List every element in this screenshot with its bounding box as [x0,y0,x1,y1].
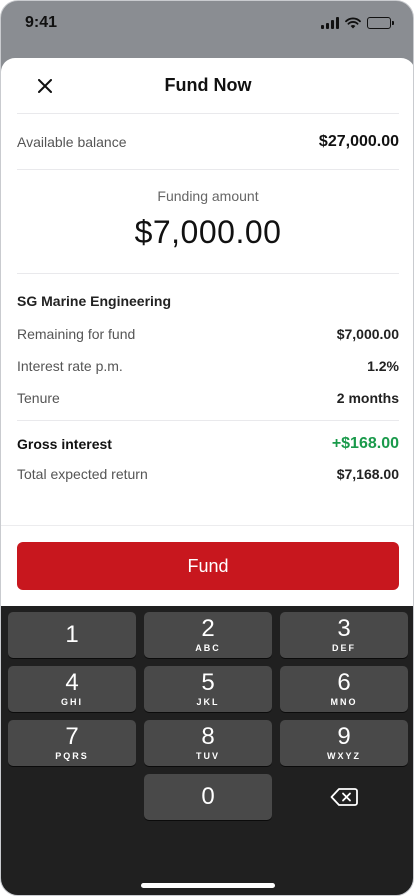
detail-row-remaining: Remaining for fund $7,000.00 [17,318,399,350]
key-letters: GHI [60,697,83,707]
backspace-key[interactable] [280,774,408,820]
backspace-icon [330,788,358,806]
key-letters: PQRS [55,751,89,761]
page-title: Fund Now [164,75,252,95]
funding-amount-label: Funding amount [157,188,259,204]
funding-amount-value[interactable]: $7,000.00 [17,214,399,251]
available-balance-value: $27,000.00 [318,132,399,150]
numeric-keypad: 1 2 ABC 3 DEF 4 GHI 5 JKL 6 MNO 7 PQRS 8… [1,606,413,895]
total-return-label: Total expected return [17,466,148,482]
key-letters: JKL [196,697,220,707]
key-letters: DEF [332,643,356,653]
key-0[interactable]: 0 [144,774,272,820]
funding-amount-block[interactable]: Funding amount $7,000.00 [17,170,399,274]
fund-button[interactable]: Fund [17,542,399,590]
detail-label: Tenure [17,390,60,406]
company-name: SG Marine Engineering [17,293,172,309]
key-4[interactable]: 4 GHI [8,666,136,712]
key-digit: 6 [337,669,351,696]
key-8[interactable]: 8 TUV [144,720,272,766]
detail-label: Remaining for fund [17,326,136,342]
fund-now-sheet: Fund Now Available balance $27,000.00 Fu… [1,58,413,606]
key-digit: 4 [65,669,79,696]
action-bar: Fund [1,525,413,606]
key-digit: 2 [201,615,215,642]
status-icons [321,17,394,29]
key-5[interactable]: 5 JKL [144,666,272,712]
key-digit: 3 [337,615,351,642]
detail-label: Interest rate p.m. [17,358,123,374]
status-bar: 9:41 [1,1,413,45]
key-digit: 1 [65,621,79,648]
key-digit: 0 [201,783,215,810]
key-2[interactable]: 2 ABC [144,612,272,658]
phone-frame: 9:41 Fund Now Available balance $27,000.… [0,0,414,896]
gross-interest-value: +$168.00 [331,435,399,452]
gross-interest-label: Gross interest [17,436,112,452]
detail-value: 2 months [336,390,399,406]
available-balance-row: Available balance $27,000.00 [17,114,399,170]
battery-icon [367,17,394,29]
available-balance-label: Available balance [17,133,127,150]
key-digit: 8 [201,723,215,750]
total-return-value: $7,168.00 [336,466,399,482]
return-summary: Gross interest +$168.00 Total expected r… [17,421,399,489]
key-letters: WXYZ [327,751,361,761]
key-digit: 9 [337,723,351,750]
loan-details: SG Marine Engineering Remaining for fund… [17,274,399,421]
detail-value: 1.2% [367,358,399,374]
detail-value: $7,000.00 [336,326,399,342]
sheet-header: Fund Now [17,58,399,114]
total-return-row: Total expected return $7,168.00 [17,459,399,489]
key-7[interactable]: 7 PQRS [8,720,136,766]
key-letters: MNO [330,697,358,707]
key-3[interactable]: 3 DEF [280,612,408,658]
key-1[interactable]: 1 [8,612,136,658]
key-letters: TUV [196,751,220,761]
close-icon [38,79,52,93]
detail-row-tenure: Tenure 2 months [17,382,399,414]
home-indicator [141,883,275,888]
key-6[interactable]: 6 MNO [280,666,408,712]
detail-row-interest-rate: Interest rate p.m. 1.2% [17,350,399,382]
key-digit: 5 [201,669,215,696]
status-time: 9:41 [25,14,58,31]
close-button[interactable] [31,72,59,100]
key-digit: 7 [65,723,79,750]
wifi-icon [345,17,361,29]
key-9[interactable]: 9 WXYZ [280,720,408,766]
cellular-signal-icon [321,17,339,29]
key-letters: ABC [195,643,221,653]
gross-interest-row: Gross interest +$168.00 [17,429,399,459]
